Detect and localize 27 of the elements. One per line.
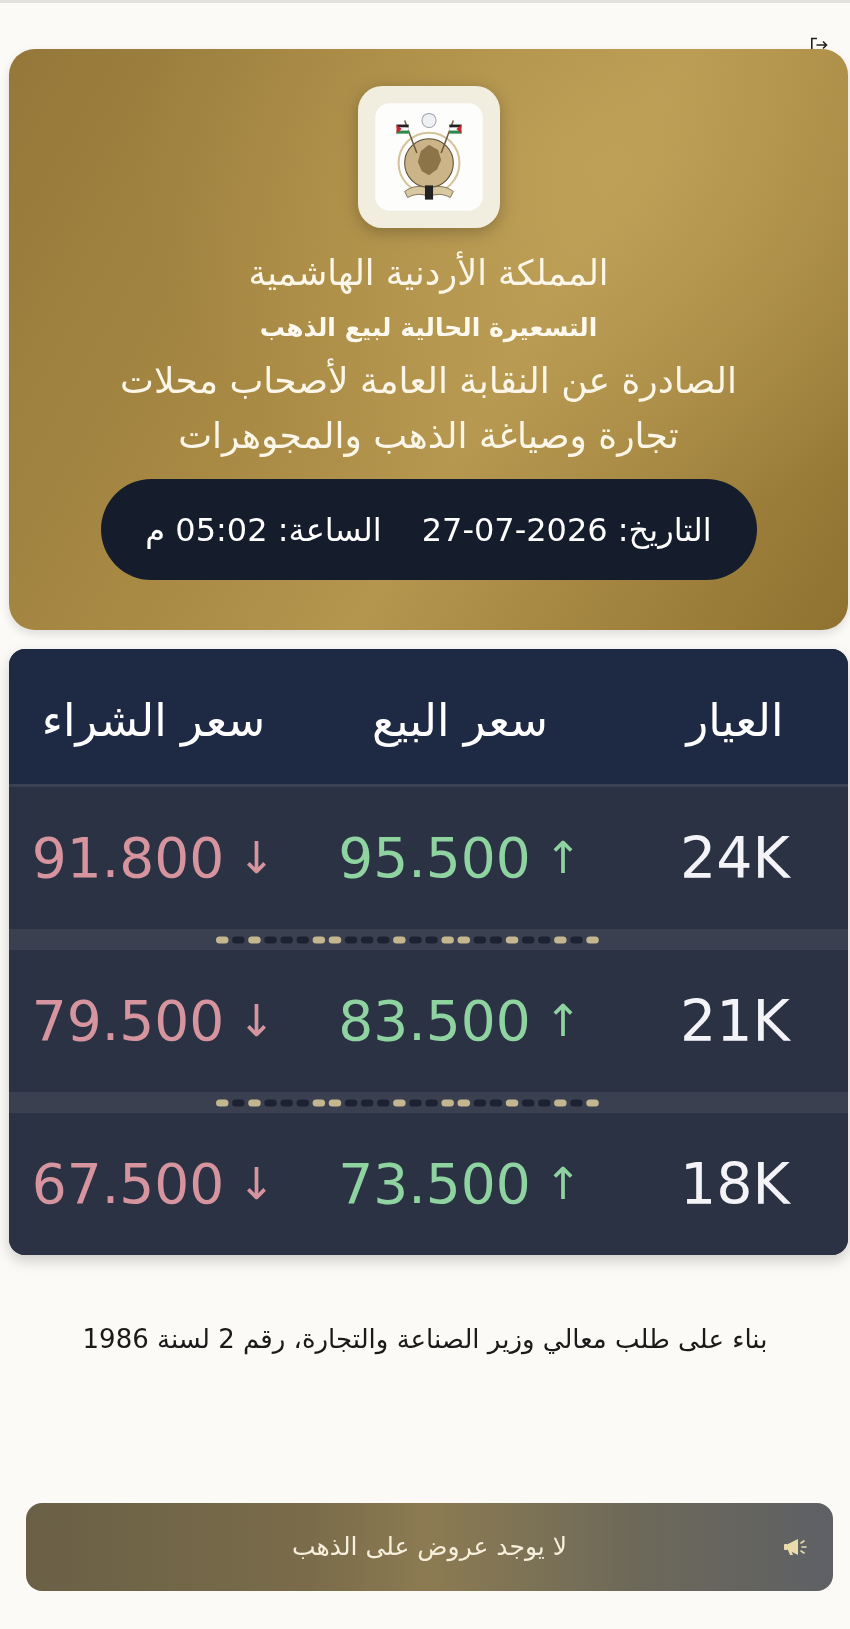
column-header: سعر الشراء (41, 694, 266, 747)
country-title: المملكة الأردنية الهاشمية (248, 252, 609, 296)
column-header: سعر البيع (372, 694, 548, 747)
sell-price: 73.500 (338, 1152, 531, 1216)
pricing-subtitle: التسعيرة الحالية لبيع الذهب (259, 311, 598, 343)
date-text: التاريخ: 2026-07-27 (421, 510, 712, 549)
column-header: العيار (686, 694, 784, 747)
trend-arrow: ↓ (238, 836, 276, 880)
no-offers-text: لا يوجد عروض على الذهب (292, 1532, 567, 1562)
karat-text: 24K (680, 825, 790, 891)
sell-price: 83.500 (338, 989, 531, 1053)
time-text: الساعة: 05:02 م (145, 510, 382, 549)
trend-arrow: ↓ (238, 1162, 276, 1206)
buy-price: 67.500 (31, 1152, 225, 1216)
buy-price: 91.800 (31, 826, 225, 890)
buy-price: 79.500 (31, 989, 225, 1053)
trend-arrow: ↑ (544, 1162, 582, 1206)
megaphone-icon (783, 1537, 807, 1556)
trend-arrow: ↓ (238, 999, 276, 1043)
emblem-icon (357, 86, 500, 228)
trend-arrow: ↑ (544, 999, 582, 1043)
sell-price: 95.500 (338, 826, 531, 890)
trend-arrow: ↑ (544, 836, 582, 880)
karat-text: 21K (680, 988, 790, 1054)
karat-text: 18K (680, 1151, 790, 1217)
issuer-description: الصادرة عن النقابة العامة لأصحاب محلات تجارة وصياغة الذهب والمجوهرات (119, 357, 738, 459)
footnote-text: بناء على طلب معالي وزير الصناعة والتجارة، رقم 2 لسنة 1986 (81, 1323, 769, 1357)
